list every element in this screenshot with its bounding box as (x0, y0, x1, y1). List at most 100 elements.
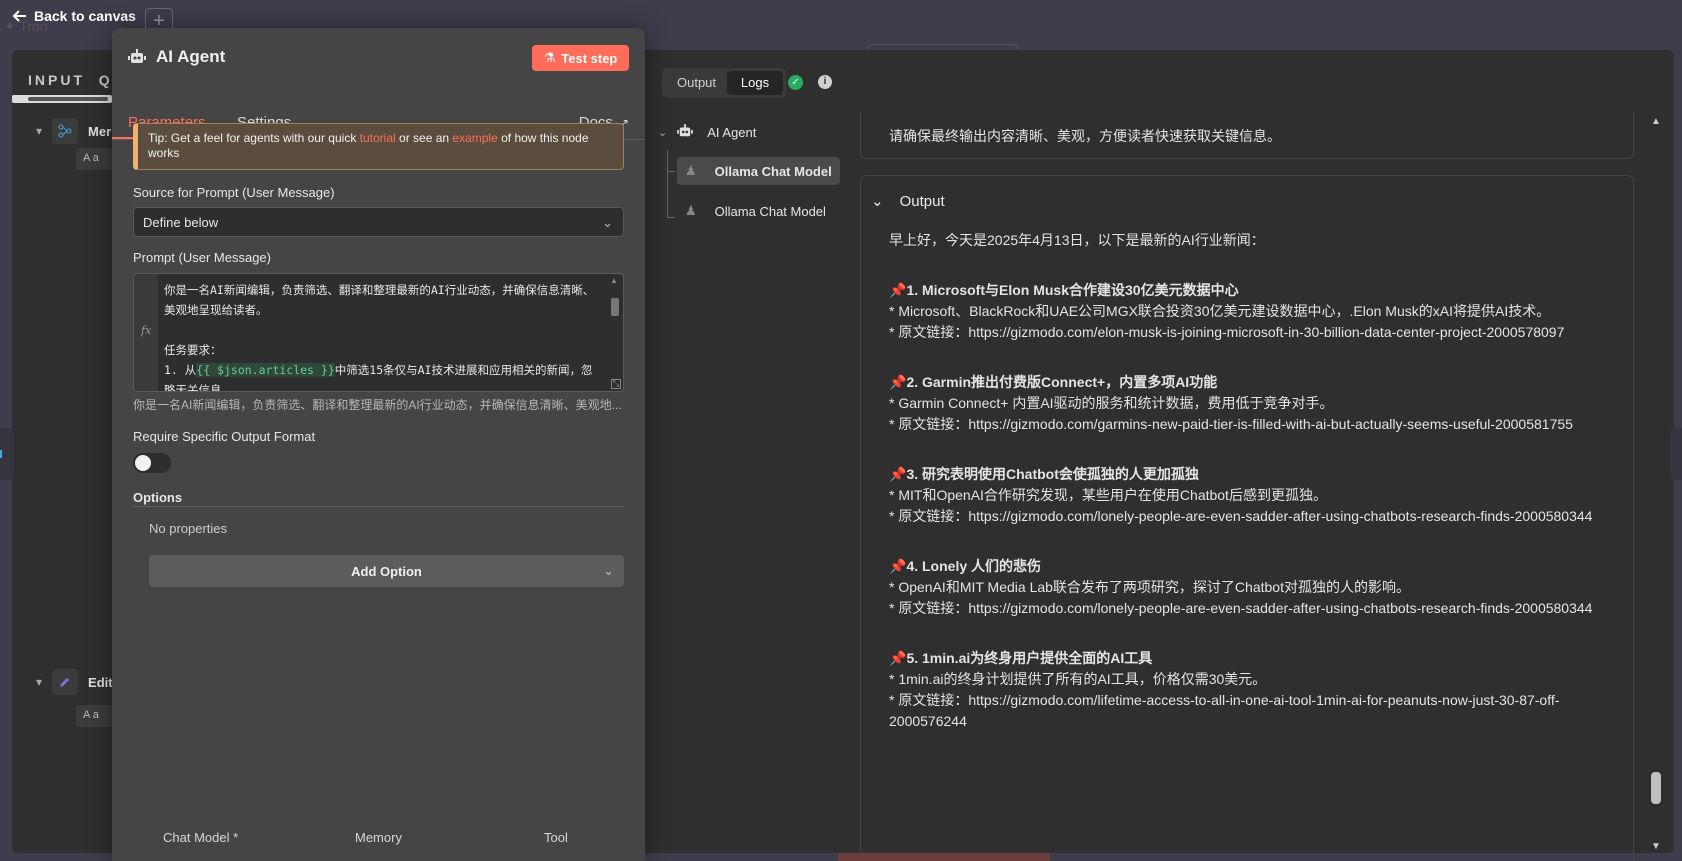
info-icon[interactable]: i (818, 75, 832, 89)
output-card: ⌄ Output 早上好，今天是2025年4月13日，以下是最新的AI行业新闻：… (860, 175, 1634, 861)
tip-callout: Tip: Get a feel for agents with our quic… (133, 123, 624, 170)
news-link: * 原文链接：https://gizmodo.com/garmins-new-p… (889, 416, 1573, 432)
flask-icon: ⚗ (543, 50, 556, 65)
output-toggle-button[interactable]: Output (665, 71, 728, 95)
node-title-text: AI Agent (156, 47, 226, 66)
news-link: * 原文链接：https://gizmodo.com/lifetime-acce… (889, 692, 1560, 729)
fx-icon: fx (141, 324, 152, 337)
pin-icon: 📌 (889, 466, 907, 482)
scroll-up-icon[interactable]: ▲ (1651, 116, 1661, 127)
news-link: * 原文链接：https://gizmodo.com/lonely-people… (889, 600, 1593, 616)
prompt-scrollbar[interactable] (609, 276, 621, 376)
source-select-value: Define below (143, 215, 219, 230)
news-title: 5. 1min.ai为终身用户提供全面的AI工具 (906, 650, 1153, 666)
parameters-panel: AI Agent ⚗ Test step Parameters Settings… (112, 28, 645, 861)
options-label: Options (133, 490, 183, 505)
news-title: 4. Lonely 人们的悲伤 (906, 558, 1042, 574)
input-node-row-2[interactable]: ▾ Edit (36, 669, 113, 695)
tip-text: or see an (395, 131, 453, 145)
news-item: 📌2. Garmin推出付费版Connect+，内置多项AI功能 * Garmi… (889, 372, 1629, 435)
output-logs-toggle: Output Logs (662, 68, 786, 98)
add-option-button[interactable]: Add Option ⌄ (149, 555, 624, 587)
scrollbar-thumb[interactable] (1651, 772, 1661, 804)
test-step-label: Test step (561, 50, 618, 66)
source-label: Source for Prompt (User Message) (133, 185, 335, 200)
expression-gutter: fx (134, 274, 158, 391)
tool-connector[interactable]: Tool (544, 830, 568, 845)
chat-model-connector[interactable]: Chat Model * (163, 830, 238, 845)
news-item: 📌1. Microsoft与Elon Musk合作建设30亿美元数据中心 * M… (889, 280, 1629, 343)
pin-icon: 📌 (889, 558, 907, 574)
llama-icon: ♟ (685, 163, 697, 178)
pin-icon: 📌 (889, 282, 907, 298)
news-item: 📌5. 1min.ai为终身用户提供全面的AI工具 * 1min.ai的终身计划… (889, 648, 1629, 732)
news-line: * OpenAI和MIT Media Lab联合发布了两项研究，探讨了Chatb… (889, 579, 1410, 595)
chevron-down-icon: ⌄ (871, 193, 884, 210)
logs-toggle-button[interactable]: Logs (727, 71, 783, 95)
input-node-label: Mer (88, 123, 112, 139)
previous-output-card: 请确保最终输出内容清晰、美观，方便读者快速获取关键信息。 (860, 112, 1634, 159)
tutorial-link[interactable]: tutorial (360, 131, 396, 145)
no-properties-text: No properties (149, 521, 228, 536)
prompt-expression: {{ $json.articles }} (196, 363, 335, 377)
left-resize-handle[interactable] (0, 428, 14, 480)
log-item-label: Ollama Chat Model (714, 203, 826, 219)
prompt-line: 你是一名AI新闻编辑，负责筛选、翻译和整理最新的AI行业动态，并确保信息清晰、美… (164, 283, 595, 317)
log-item-ollama-1[interactable]: ♟ Ollama Chat Model (677, 157, 840, 185)
arrow-left-icon (12, 10, 26, 22)
input-node-label: Edit (88, 674, 113, 690)
prompt-label: Prompt (User Message) (133, 250, 271, 265)
log-item-ollama-2[interactable]: ♟ Ollama Chat Model (685, 203, 826, 219)
prompt-text[interactable]: 你是一名AI新闻编辑，负责筛选、翻译和整理最新的AI行业动态，并确保信息清晰、美… (164, 280, 599, 391)
scroll-down-icon[interactable]: ▼ (1651, 841, 1661, 852)
news-intro: 早上好，今天是2025年4月13日，以下是最新的AI行业新闻： (889, 232, 1265, 248)
news-title: 3. 研究表明使用Chatbot会使孤独的人更加孤独 (906, 466, 1199, 482)
news-title: 2. Garmin推出付费版Connect+，内置多项AI功能 (906, 374, 1218, 390)
test-step-button[interactable]: ⚗ Test step (532, 45, 629, 71)
input-field-pill[interactable]: A a (76, 705, 116, 727)
back-to-canvas-link[interactable]: Back to canvas (12, 8, 136, 24)
prompt-line: 任务要求： (164, 343, 222, 357)
require-format-toggle[interactable] (133, 453, 171, 473)
chevron-down-icon: ⌄ (658, 127, 668, 139)
chevron-down-icon: ⌄ (603, 563, 614, 578)
news-title: 1. Microsoft与Elon Musk合作建设30亿美元数据中心 (906, 282, 1239, 298)
news-item: 📌3. 研究表明使用Chatbot会使孤独的人更加孤独 * MIT和OpenAI… (889, 464, 1629, 527)
require-format-label: Require Specific Output Format (133, 429, 316, 444)
output-content: 请确保最终输出内容清晰、美观，方便读者快速获取关键信息。 ⌄ Output 早上… (860, 112, 1634, 861)
output-section-toggle[interactable]: ⌄ Output (871, 192, 945, 211)
right-resize-handle[interactable] (1670, 428, 1682, 480)
pin-icon: 📌 (889, 374, 907, 390)
output-heading: Output (899, 192, 945, 210)
news-item: 📌4. Lonely 人们的悲伤 * OpenAI和MIT Media Lab联… (889, 556, 1629, 619)
input-field-pill[interactable]: A a (76, 148, 116, 170)
news-line: * Garmin Connect+ 内置AI驱动的服务和统计数据，费用低于竞争对… (889, 395, 1334, 411)
merge-icon (52, 118, 79, 144)
node-title: AI Agent (128, 47, 225, 67)
tip-text: Tip: Get a feel for agents with our quic… (148, 131, 360, 145)
example-link[interactable]: example (452, 131, 497, 145)
log-item-ai-agent[interactable]: ⌄ AI Agent (658, 124, 756, 141)
input-panel-header: INPUT Q (28, 72, 113, 88)
prompt-hint: 你是一名AI新闻编辑，负责筛选、翻译和整理最新的AI行业动态，并确保信息清晰、美… (133, 398, 622, 412)
input-node-row-1[interactable]: ▾ Mer (36, 118, 111, 144)
options-divider (133, 506, 624, 507)
news-link: * 原文链接：https://gizmodo.com/elon-musk-is-… (889, 324, 1565, 340)
prompt-editor[interactable]: fx 你是一名AI新闻编辑，负责筛选、翻译和整理最新的AI行业动态，并确保信息清… (133, 273, 624, 392)
tree-connector (667, 160, 675, 172)
chevron-down-icon: ▾ (36, 675, 43, 689)
chevron-down-icon: ▾ (36, 124, 43, 138)
news-body: 早上好，今天是2025年4月13日，以下是最新的AI行业新闻： 📌1. Micr… (889, 230, 1629, 732)
resize-grip-icon[interactable]: ⤡ (611, 379, 621, 389)
bottom-strip (838, 853, 1050, 861)
memory-connector[interactable]: Memory (355, 830, 402, 845)
prompt-line: 1. 从 (164, 363, 197, 377)
llama-icon: ♟ (685, 203, 697, 218)
input-horizontal-scrollbar[interactable] (12, 95, 112, 103)
robot-icon (677, 124, 694, 141)
source-select[interactable]: Define below ⌄ (133, 207, 624, 237)
robot-icon (128, 49, 146, 63)
output-scrollbar[interactable]: ▲ ▼ (1648, 112, 1664, 852)
chevron-down-icon: ⌄ (602, 215, 613, 230)
pin-icon: 📌 (889, 650, 907, 666)
